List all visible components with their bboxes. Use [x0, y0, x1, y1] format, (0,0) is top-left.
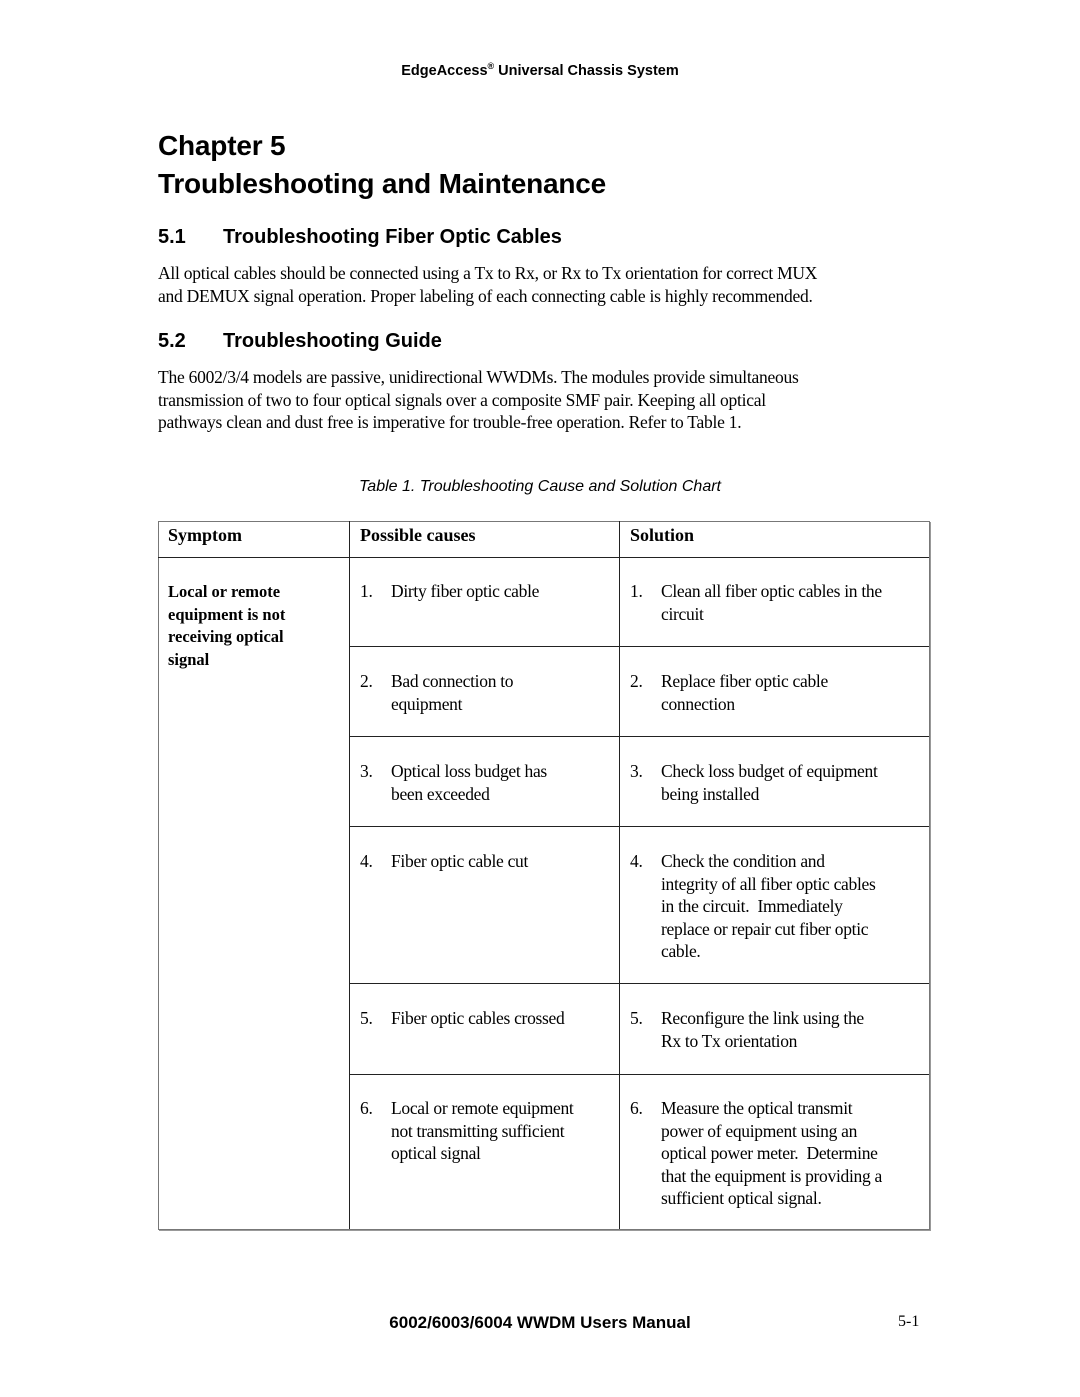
solution-line: in the circuit. Immediately: [661, 896, 843, 916]
item-number: 1.: [360, 581, 373, 601]
row-divider: [349, 736, 929, 737]
solution-line: connection: [661, 693, 735, 714]
troubleshooting-table: Symptom Possible causes Solution Local o…: [158, 521, 930, 1230]
symptom-line: Local or remote: [168, 582, 281, 601]
cause-line: Bad connection to: [391, 671, 514, 691]
cause-line: Local or remote equipment: [391, 1098, 574, 1118]
chapter-name: Troubleshooting and Maintenance: [158, 168, 607, 199]
paragraph-line: transmission of two to four optical sign…: [158, 389, 766, 410]
section-title: Troubleshooting Fiber Optic Cables: [223, 226, 562, 248]
symptom-line: equipment is not: [168, 604, 286, 624]
solution-line: Replace fiber optic cable: [661, 671, 828, 691]
item-number: 5.: [360, 1008, 373, 1028]
column-divider: [619, 521, 620, 1229]
solution-line: Measure the optical transmit: [661, 1098, 853, 1118]
symptom-line: signal: [168, 649, 210, 669]
item-number: 5.: [630, 1008, 643, 1028]
section-5-1-paragraph: All optical cables should be connected u…: [158, 262, 933, 307]
item-number: 4.: [360, 851, 373, 871]
cause-line: Fiber optic cable cut: [391, 851, 529, 871]
item-number: 3.: [630, 761, 643, 781]
solution-line: optical power meter. Determine: [661, 1143, 878, 1163]
paragraph-line: and DEMUX signal operation. Proper label…: [158, 285, 813, 306]
solution-line: Clean all fiber optic cables in the: [661, 581, 882, 601]
paragraph-line: pathways clean and dust free is imperati…: [158, 412, 742, 432]
column-divider: [349, 521, 350, 1229]
section-number: 5.1: [158, 226, 186, 248]
paragraph-line: The 6002/3/4 models are passive, unidire…: [158, 367, 799, 387]
column-header-solution: Solution: [630, 525, 695, 545]
solution-line: that the equipment is providing a: [661, 1165, 882, 1186]
header-brand: EdgeAccess: [401, 63, 488, 79]
section-title: Troubleshooting Guide: [223, 330, 442, 352]
row-divider: [349, 983, 929, 984]
cause-line: been exceeded: [391, 783, 490, 804]
cause-line: not transmitting sufficient: [391, 1120, 565, 1141]
item-number: 2.: [630, 671, 643, 691]
column-header-possible-causes: Possible causes: [360, 525, 476, 545]
solution-line: Check loss budget of equipment: [661, 761, 878, 781]
item-number: 3.: [360, 761, 373, 781]
registered-mark: ®: [487, 61, 495, 71]
item-number: 4.: [630, 851, 643, 871]
section-5-2-paragraph: The 6002/3/4 models are passive, unidire…: [158, 366, 933, 434]
symptom-cell: Local or remote equipment is not receivi…: [168, 581, 338, 671]
item-number: 2.: [360, 671, 373, 691]
paragraph-line: All optical cables should be connected u…: [158, 263, 818, 283]
solution-line: power of equipment using an: [661, 1120, 858, 1141]
solution-line: integrity of all fiber optic cables: [661, 873, 876, 894]
column-header-symptom: Symptom: [168, 525, 243, 545]
solution-line: sufficient optical signal.: [661, 1188, 822, 1208]
running-header: EdgeAccess® Universal Chassis System: [0, 61, 1080, 79]
solution-line: circuit: [661, 603, 704, 624]
solution-line: replace or repair cut fiber optic: [661, 918, 869, 939]
header-divider: [158, 557, 929, 558]
solution-line: Reconfigure the link using the: [661, 1008, 864, 1028]
cause-line: equipment: [391, 693, 463, 714]
page-number: 5-1: [898, 1313, 920, 1330]
section-number: 5.2: [158, 330, 186, 352]
symptom-line: receiving optical: [168, 627, 284, 646]
row-divider: [349, 1074, 929, 1075]
cause-line: Fiber optic cables crossed: [391, 1008, 565, 1028]
header-rest: Universal Chassis System: [494, 63, 679, 79]
solution-line: Rx to Tx orientation: [661, 1030, 798, 1051]
section-heading-5-1: 5.1 Troubleshooting Fiber Optic Cables: [158, 226, 562, 249]
solution-line: Check the condition and: [661, 851, 825, 871]
item-number: 6.: [630, 1098, 643, 1118]
row-divider: [349, 826, 929, 827]
row-divider: [349, 646, 929, 647]
chapter-number: Chapter 5: [158, 130, 286, 161]
cause-line: optical signal: [391, 1143, 481, 1163]
chapter-title: Chapter 5 Troubleshooting and Maintenanc…: [158, 127, 606, 203]
section-heading-5-2: 5.2 Troubleshooting Guide: [158, 330, 442, 353]
table-caption: Table 1. Troubleshooting Cause and Solut…: [358, 478, 721, 495]
cause-line: Optical loss budget has: [391, 761, 547, 781]
item-number: 6.: [360, 1098, 373, 1118]
cause-line: Dirty fiber optic cable: [391, 581, 540, 601]
solution-line: being installed: [661, 783, 760, 804]
item-number: 1.: [630, 581, 643, 601]
solution-line: cable.: [661, 941, 701, 961]
